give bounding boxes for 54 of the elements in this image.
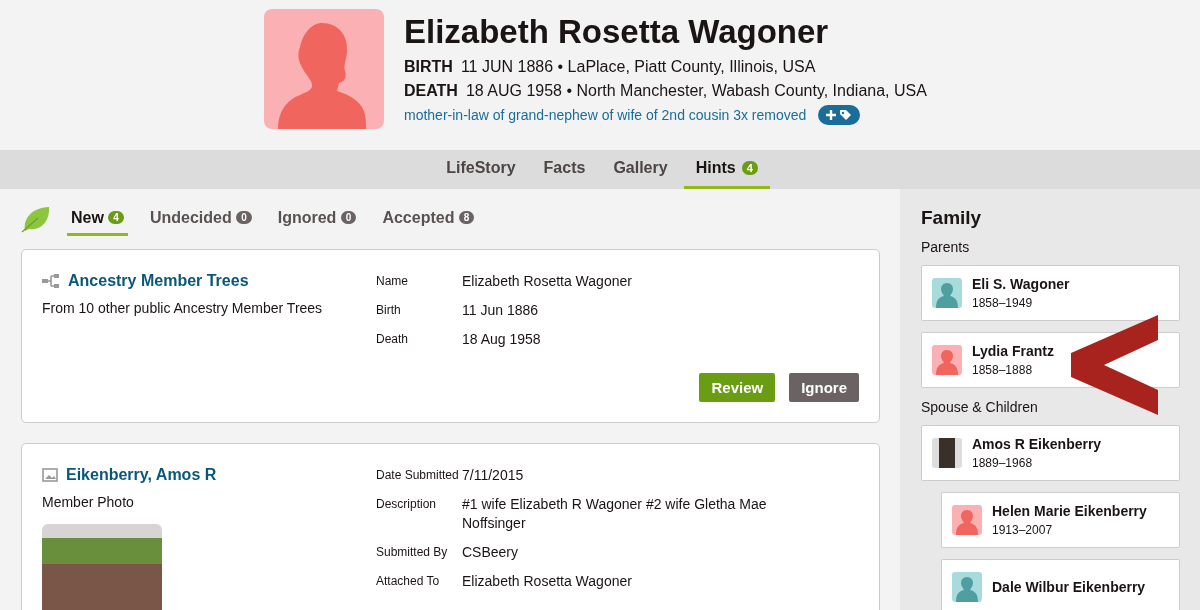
field-value: 11 Jun 1886 [462,301,540,320]
family-heading: Family [921,207,983,229]
nav-tab[interactable]: Hints 4 [683,150,770,189]
tree-icon [42,274,60,288]
person-name: Elizabeth Rosetta Wagoner [404,13,830,51]
person-silhouette-icon [952,572,982,602]
member-dates: 1889–1968 [972,456,1034,470]
add-tag-button[interactable] [818,105,861,125]
field-label: Name [376,273,409,290]
field-value: 18 Aug 1958 [462,330,542,349]
hint-source: From 10 other public Ancestry Member Trees [42,300,324,316]
hint-title-link[interactable]: Ancestry Member Trees [68,272,249,290]
fact-value: 18 AUG 1958 • North Manchester, Wabash County, Indiana, USA [465,81,927,101]
member-dates: 1913–2007 [992,523,1054,537]
field-label: Description [376,496,438,513]
family-member-card[interactable]: Amos R Eikenberry 1889–1968 [921,425,1180,481]
member-name: Helen Marie Eikenberry [992,503,1147,519]
photo-placeholder [932,438,962,468]
family-member-card[interactable]: Helen Marie Eikenberry 1913–2007 [941,492,1180,548]
family-member-card[interactable]: Dale Wilbur Eikenberry [941,559,1180,610]
field-value: 7/11/2015 [462,466,525,485]
field-label: Birth [376,302,402,319]
member-name: Amos R Eikenberry [972,436,1102,452]
field-label: Attached To [376,573,441,590]
fact-value: 11 JUN 1886 • LaPlace, Piatt County, Illinois, USA [460,57,816,77]
field-label: Date Submitted [376,467,460,484]
person-silhouette-icon [932,278,962,308]
ignore-button[interactable]: Ignore [789,373,859,402]
member-dates: 1858–1949 [972,296,1034,310]
hint-source: Member Photo [42,494,135,510]
hint-title-link[interactable]: Eikenberry, Amos R [66,466,217,484]
nav-tab[interactable]: Facts [531,150,598,189]
plus-tag-icon [826,108,853,122]
group-label: Spouse & Children [921,399,1039,415]
image-icon [42,468,58,482]
member-dates: 1858–1888 [972,363,1034,377]
nav-tab[interactable]: Gallery [601,150,680,189]
group-label: Parents [921,239,971,255]
fact-label: DEATH [404,81,458,101]
field-value: #1 wife Elizabeth R Wagoner #2 wife Gletha Mae Noffsinger [462,495,768,533]
person-silhouette-icon [932,345,962,375]
field-label: Death [376,331,410,348]
member-name: Eli S. Wagoner [972,276,1070,292]
family-member-card[interactable]: Eli S. Wagoner 1858–1949 [921,265,1180,321]
nav-tab[interactable]: LifeStory [434,150,528,189]
person-silhouette-icon [952,505,982,535]
member-name: Lydia Frantz [972,343,1054,359]
fact-label: BIRTH [404,57,453,77]
field-value: Elizabeth Rosetta Wagoner [462,272,633,291]
member-name: Dale Wilbur Eikenberry [992,579,1146,595]
field-value: Elizabeth Rosetta Wagoner [462,572,633,591]
field-label: Submitted By [376,544,449,561]
field-value: CSBeery [462,543,520,562]
relationship-link[interactable]: mother-in-law of grand-nephew of wife of 2nd cousin 3x removed [404,107,807,123]
